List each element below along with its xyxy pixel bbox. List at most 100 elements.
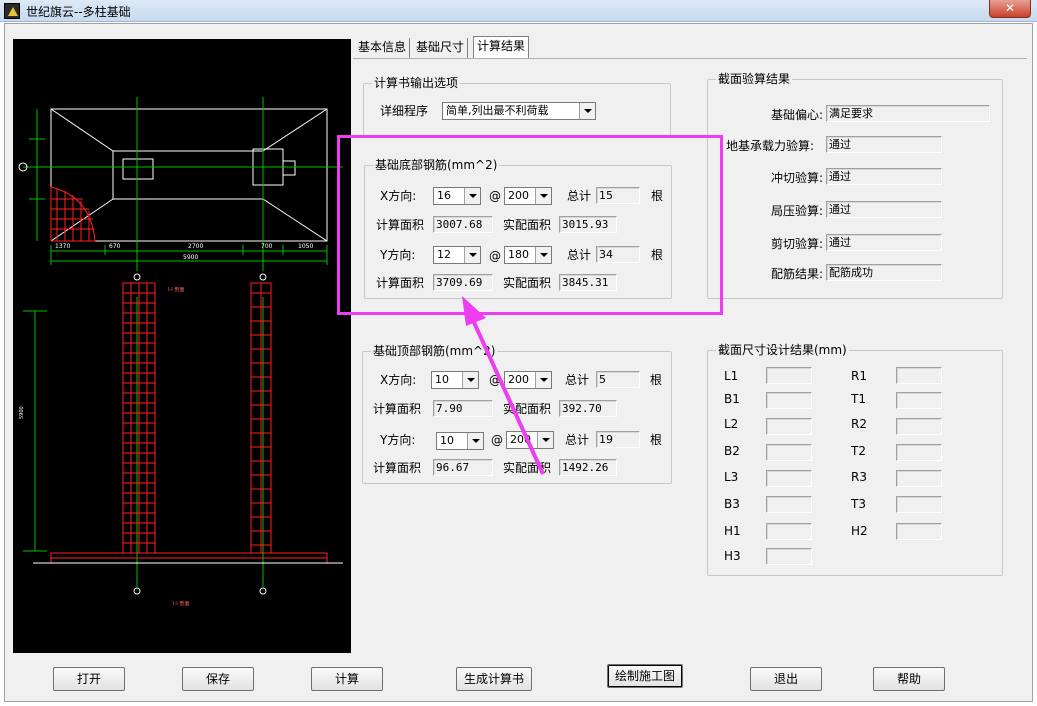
top-y-label: Y方向: — [380, 433, 416, 447]
top-x-spacing-select[interactable]: 200 — [504, 371, 552, 389]
dim-field-t2[interactable] — [896, 444, 942, 461]
tab-calc-result[interactable]: 计算结果 — [473, 36, 530, 58]
title-bar: 世纪旗云--多柱基础 ✕ — [0, 0, 1037, 22]
dim-field-b1[interactable] — [766, 392, 812, 409]
check-value-punching[interactable]: 通过 — [826, 168, 942, 185]
dim-label-h2: H2 — [851, 524, 868, 538]
top-y-spacing-value: 200 — [510, 433, 531, 446]
dim-field-r3[interactable] — [896, 470, 942, 487]
dim-label-r1: R1 — [851, 369, 867, 383]
check-label-eccentric: 基础偏心: — [770, 108, 823, 122]
dim-total-label: 5900 — [183, 254, 198, 261]
dim-field-b3[interactable] — [766, 496, 812, 513]
top-y-actual-label: 实配面积 — [503, 461, 552, 475]
top-x-dia-value: 10 — [435, 373, 449, 386]
dim-label-b1: B1 — [724, 392, 740, 406]
highlight-box — [337, 135, 723, 315]
top-x-actual-label: 实配面积 — [503, 402, 552, 416]
dim-label-5: 1050 — [298, 243, 313, 250]
height-dim-label: 5900 — [19, 406, 25, 419]
check-value-local[interactable]: 通过 — [826, 201, 942, 218]
chevron-down-icon[interactable] — [467, 433, 483, 449]
at-sign: @ — [489, 373, 501, 387]
dim-field-h2[interactable] — [896, 523, 942, 540]
section-check-label: 截面验算结果 — [716, 72, 793, 86]
dim-field-h1[interactable] — [766, 523, 812, 540]
main-window: 1370 670 2700 700 1050 5900 I-I 剖面 5900 … — [4, 23, 1033, 702]
output-options-group: 计算书输出选项 详细程序 简单,列出最不利荷载 — [363, 76, 671, 138]
dim-label-h3: H3 — [724, 549, 741, 563]
dim-label-r3: R3 — [851, 470, 867, 484]
cad-drawing-svg: 1370 670 2700 700 1050 5900 I-I 剖面 5900 … — [18, 97, 343, 607]
dim-field-r1[interactable] — [896, 367, 942, 384]
top-x-calc-label: 计算面积 — [373, 402, 422, 416]
chevron-down-icon[interactable] — [537, 432, 553, 448]
app-logo-icon — [4, 3, 20, 19]
cad-drawing-preview: 1370 670 2700 700 1050 5900 I-I 剖面 5900 … — [13, 39, 351, 653]
tab-basic-info[interactable]: 基本信息 — [355, 38, 411, 58]
window-title: 世纪旗云--多柱基础 — [26, 5, 131, 19]
top-y-dia-select[interactable]: 10 — [436, 432, 484, 450]
dim-label-r2: R2 — [851, 417, 867, 431]
top-x-label: X方向: — [380, 373, 417, 387]
check-value-bearing[interactable]: 通过 — [826, 136, 942, 153]
detail-select[interactable]: 简单,列出最不利荷载 — [442, 102, 596, 120]
check-label-punching: 冲切验算: — [770, 171, 823, 185]
dim-label-l3: L3 — [724, 470, 739, 484]
dim-label-2: 670 — [109, 243, 121, 250]
top-x-dia-select[interactable]: 10 — [431, 371, 479, 389]
check-label-shear: 剪切验算: — [770, 237, 823, 251]
top-rebar-label: 基础顶部钢筋(mm^2) — [371, 344, 498, 358]
dim-field-h3[interactable] — [766, 548, 812, 565]
top-y-calc-label: 计算面积 — [373, 461, 422, 475]
calculate-button[interactable]: 计算 — [311, 667, 383, 691]
tab-divider — [353, 58, 1027, 59]
dim-field-r2[interactable] — [896, 418, 942, 435]
save-button[interactable]: 保存 — [182, 667, 254, 691]
dim-label-b2: B2 — [724, 444, 740, 458]
detail-label: 详细程序 — [380, 104, 429, 118]
top-y-unit: 根 — [650, 433, 663, 447]
check-value-eccentric[interactable]: 满足要求 — [826, 105, 990, 122]
close-button[interactable]: ✕ — [989, 0, 1031, 18]
dim-label-4: 700 — [261, 243, 273, 250]
section-label-1: I-I 剖面 — [168, 286, 184, 293]
dim-field-l1[interactable] — [766, 367, 812, 384]
dim-field-l2[interactable] — [766, 418, 812, 435]
top-y-spacing-select[interactable]: 200 — [506, 431, 554, 449]
dim-field-l3[interactable] — [766, 470, 812, 487]
chevron-down-icon[interactable] — [462, 372, 478, 388]
dim-label-3: 2700 — [188, 243, 203, 250]
dim-label-l2: L2 — [724, 417, 739, 431]
dim-label-h1: H1 — [724, 524, 741, 538]
detail-select-value: 简单,列出最不利荷载 — [446, 104, 549, 117]
top-y-actual-field[interactable]: 1492.26 — [559, 459, 617, 476]
check-value-shear[interactable]: 通过 — [826, 234, 942, 251]
dim-field-t3[interactable] — [896, 496, 942, 513]
dim-label-t1: T1 — [851, 392, 866, 406]
top-y-total-field[interactable]: 19 — [596, 431, 640, 448]
dim-field-b2[interactable] — [766, 444, 812, 461]
generate-report-button[interactable]: 生成计算书 — [456, 667, 532, 691]
top-x-actual-field[interactable]: 392.70 — [559, 400, 617, 417]
chevron-down-icon[interactable] — [579, 103, 595, 119]
check-value-rebar[interactable]: 配筋成功 — [826, 264, 942, 281]
help-button[interactable]: 帮助 — [873, 667, 945, 691]
dim-field-t1[interactable] — [896, 392, 942, 409]
top-y-calc-field[interactable]: 96.67 — [433, 459, 493, 476]
top-x-calc-field[interactable]: 7.90 — [433, 400, 493, 417]
dim-label-l1: L1 — [724, 369, 739, 383]
dim-label-t2: T2 — [851, 444, 866, 458]
draw-construction-button[interactable]: 绘制施工图 — [607, 664, 683, 688]
dim-label-t3: T3 — [851, 497, 866, 511]
output-options-label: 计算书输出选项 — [372, 76, 461, 90]
tab-foundation-size[interactable]: 基础尺寸 — [413, 38, 469, 58]
top-x-unit: 根 — [650, 373, 663, 387]
exit-button[interactable]: 退出 — [750, 667, 822, 691]
section-check-group: 截面验算结果 基础偏心: 满足要求 地基承载力验算: 通过 冲切验算: 通过 局… — [707, 72, 1003, 299]
top-x-total-field[interactable]: 5 — [596, 371, 640, 388]
dim-label-1: 1370 — [55, 243, 70, 250]
chevron-down-icon[interactable] — [535, 372, 551, 388]
open-button[interactable]: 打开 — [53, 667, 125, 691]
check-label-local: 局压验算: — [770, 204, 823, 218]
